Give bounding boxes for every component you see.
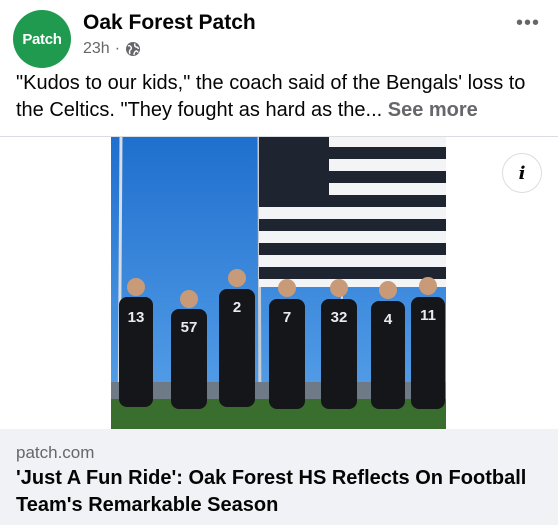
link-preview-footer[interactable]: patch.com 'Just A Fun Ride': Oak Forest …: [0, 429, 558, 525]
post-meta: 23h ·: [83, 40, 141, 58]
team-photo[interactable]: 13 57 2 7 32 4 11: [111, 137, 446, 429]
jersey-number: 11: [420, 307, 436, 324]
meta-separator: ·: [114, 40, 121, 57]
american-flag: [259, 137, 446, 287]
page-avatar[interactable]: Patch: [13, 10, 71, 68]
link-preview-media[interactable]: 13 57 2 7 32 4 11 i: [0, 136, 558, 430]
jersey-number: 7: [283, 309, 291, 326]
jersey-number: 32: [331, 309, 348, 326]
jersey-number: 2: [233, 299, 241, 316]
see-more-link[interactable]: See more: [388, 99, 478, 121]
jersey-number: 4: [384, 311, 393, 328]
more-options-icon[interactable]: •••: [516, 12, 540, 35]
post-text: "Kudos to our kids," the coach said of t…: [16, 70, 546, 124]
avatar-logo-text: Patch: [22, 30, 62, 48]
link-domain: patch.com: [16, 443, 95, 462]
globe-icon[interactable]: [125, 41, 141, 57]
jersey-number: 13: [128, 309, 145, 326]
info-icon[interactable]: i: [502, 153, 542, 193]
post-time[interactable]: 23h: [83, 40, 110, 58]
page-name[interactable]: Oak Forest Patch: [83, 11, 256, 35]
jersey-number: 57: [181, 319, 198, 336]
team-photo-image: 13 57 2 7 32 4 11: [111, 137, 446, 429]
link-headline[interactable]: 'Just A Fun Ride': Oak Forest HS Reflect…: [16, 465, 551, 519]
